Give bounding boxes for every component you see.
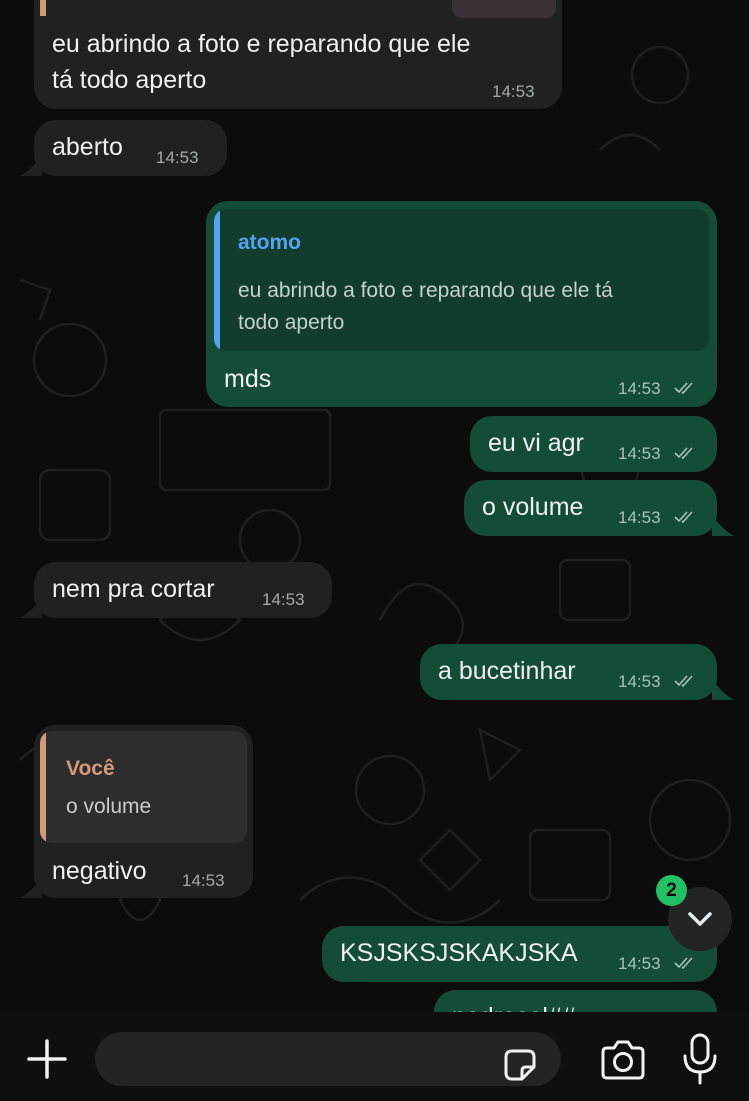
chat-area[interactable]: eu abrindo a foto e reparando que ele tá… [0, 0, 749, 1012]
message-text: padrasol## [452, 1001, 576, 1012]
outgoing-message[interactable]: padrasol## [434, 990, 717, 1012]
message-text: KSJSKSJSKAKJSKA [340, 939, 578, 967]
quoted-message[interactable]: Você o volume [40, 731, 247, 843]
quote-text-line-1: eu abrindo a foto e reparando que ele tá [238, 279, 613, 302]
incoming-message[interactable]: aberto 14:53 [34, 120, 227, 176]
message-time: 14:53 [618, 508, 661, 527]
read-receipt-icon [674, 511, 693, 524]
read-receipt-icon [674, 382, 693, 395]
outgoing-message[interactable]: a bucetinhar 14:53 [420, 644, 717, 700]
unread-count-badge: 2 [656, 875, 687, 906]
camera-icon[interactable] [598, 1038, 648, 1082]
message-time: 14:53 [182, 871, 225, 890]
quote-author: atomo [238, 231, 301, 254]
message-time: 14:53 [618, 672, 661, 691]
message-text: o volume [482, 493, 584, 521]
read-receipt-icon [674, 447, 693, 460]
incoming-message[interactable]: eu abrindo a foto e reparando que ele tá… [34, 0, 562, 109]
incoming-message[interactable]: Você o volume negativo 14:53 [34, 725, 253, 898]
message-text: a bucetinhar [438, 657, 576, 685]
message-text-line-2: tá todo aperto [52, 66, 207, 94]
message-text: mds [224, 365, 272, 393]
quote-bar [40, 731, 46, 843]
outgoing-message[interactable]: KSJSKSJSKAKJSKA 14:53 [322, 926, 717, 982]
message-text: eu vi agr [488, 429, 584, 457]
plus-icon[interactable] [25, 1037, 69, 1081]
quote-text-line-2: todo aperto [238, 311, 345, 334]
outgoing-message[interactable]: eu vi agr 14:53 [470, 416, 717, 472]
message-text: aberto [52, 133, 123, 161]
quote-text: o volume [66, 795, 152, 818]
quoted-message[interactable]: atomo eu abrindo a foto e reparando que … [214, 209, 709, 351]
message-time: 14:53 [262, 590, 305, 609]
message-text: negativo [52, 857, 147, 885]
message-time: 14:53 [492, 82, 535, 101]
message-input[interactable] [95, 1032, 561, 1086]
quote-author: Você [66, 757, 115, 780]
outgoing-message[interactable]: o volume 14:53 [464, 480, 717, 536]
read-receipt-icon [674, 675, 693, 688]
message-text-line-1: eu abrindo a foto e reparando que ele [52, 30, 471, 58]
read-receipt-icon [674, 957, 693, 970]
microphone-icon[interactable] [680, 1032, 720, 1086]
message-time: 14:53 [618, 954, 661, 973]
message-text: nem pra cortar [52, 575, 215, 603]
message-time: 14:53 [618, 379, 661, 398]
reply-bar-stub [40, 0, 46, 16]
composer-bar [0, 1012, 749, 1101]
image-preview-thumbnail[interactable] [452, 0, 556, 18]
incoming-message[interactable]: nem pra cortar 14:53 [34, 562, 332, 618]
message-time: 14:53 [618, 444, 661, 463]
message-time: 14:53 [156, 148, 199, 167]
outgoing-message[interactable]: atomo eu abrindo a foto e reparando que … [206, 201, 717, 407]
sticker-icon[interactable] [500, 1045, 540, 1085]
quote-bar [214, 209, 220, 351]
